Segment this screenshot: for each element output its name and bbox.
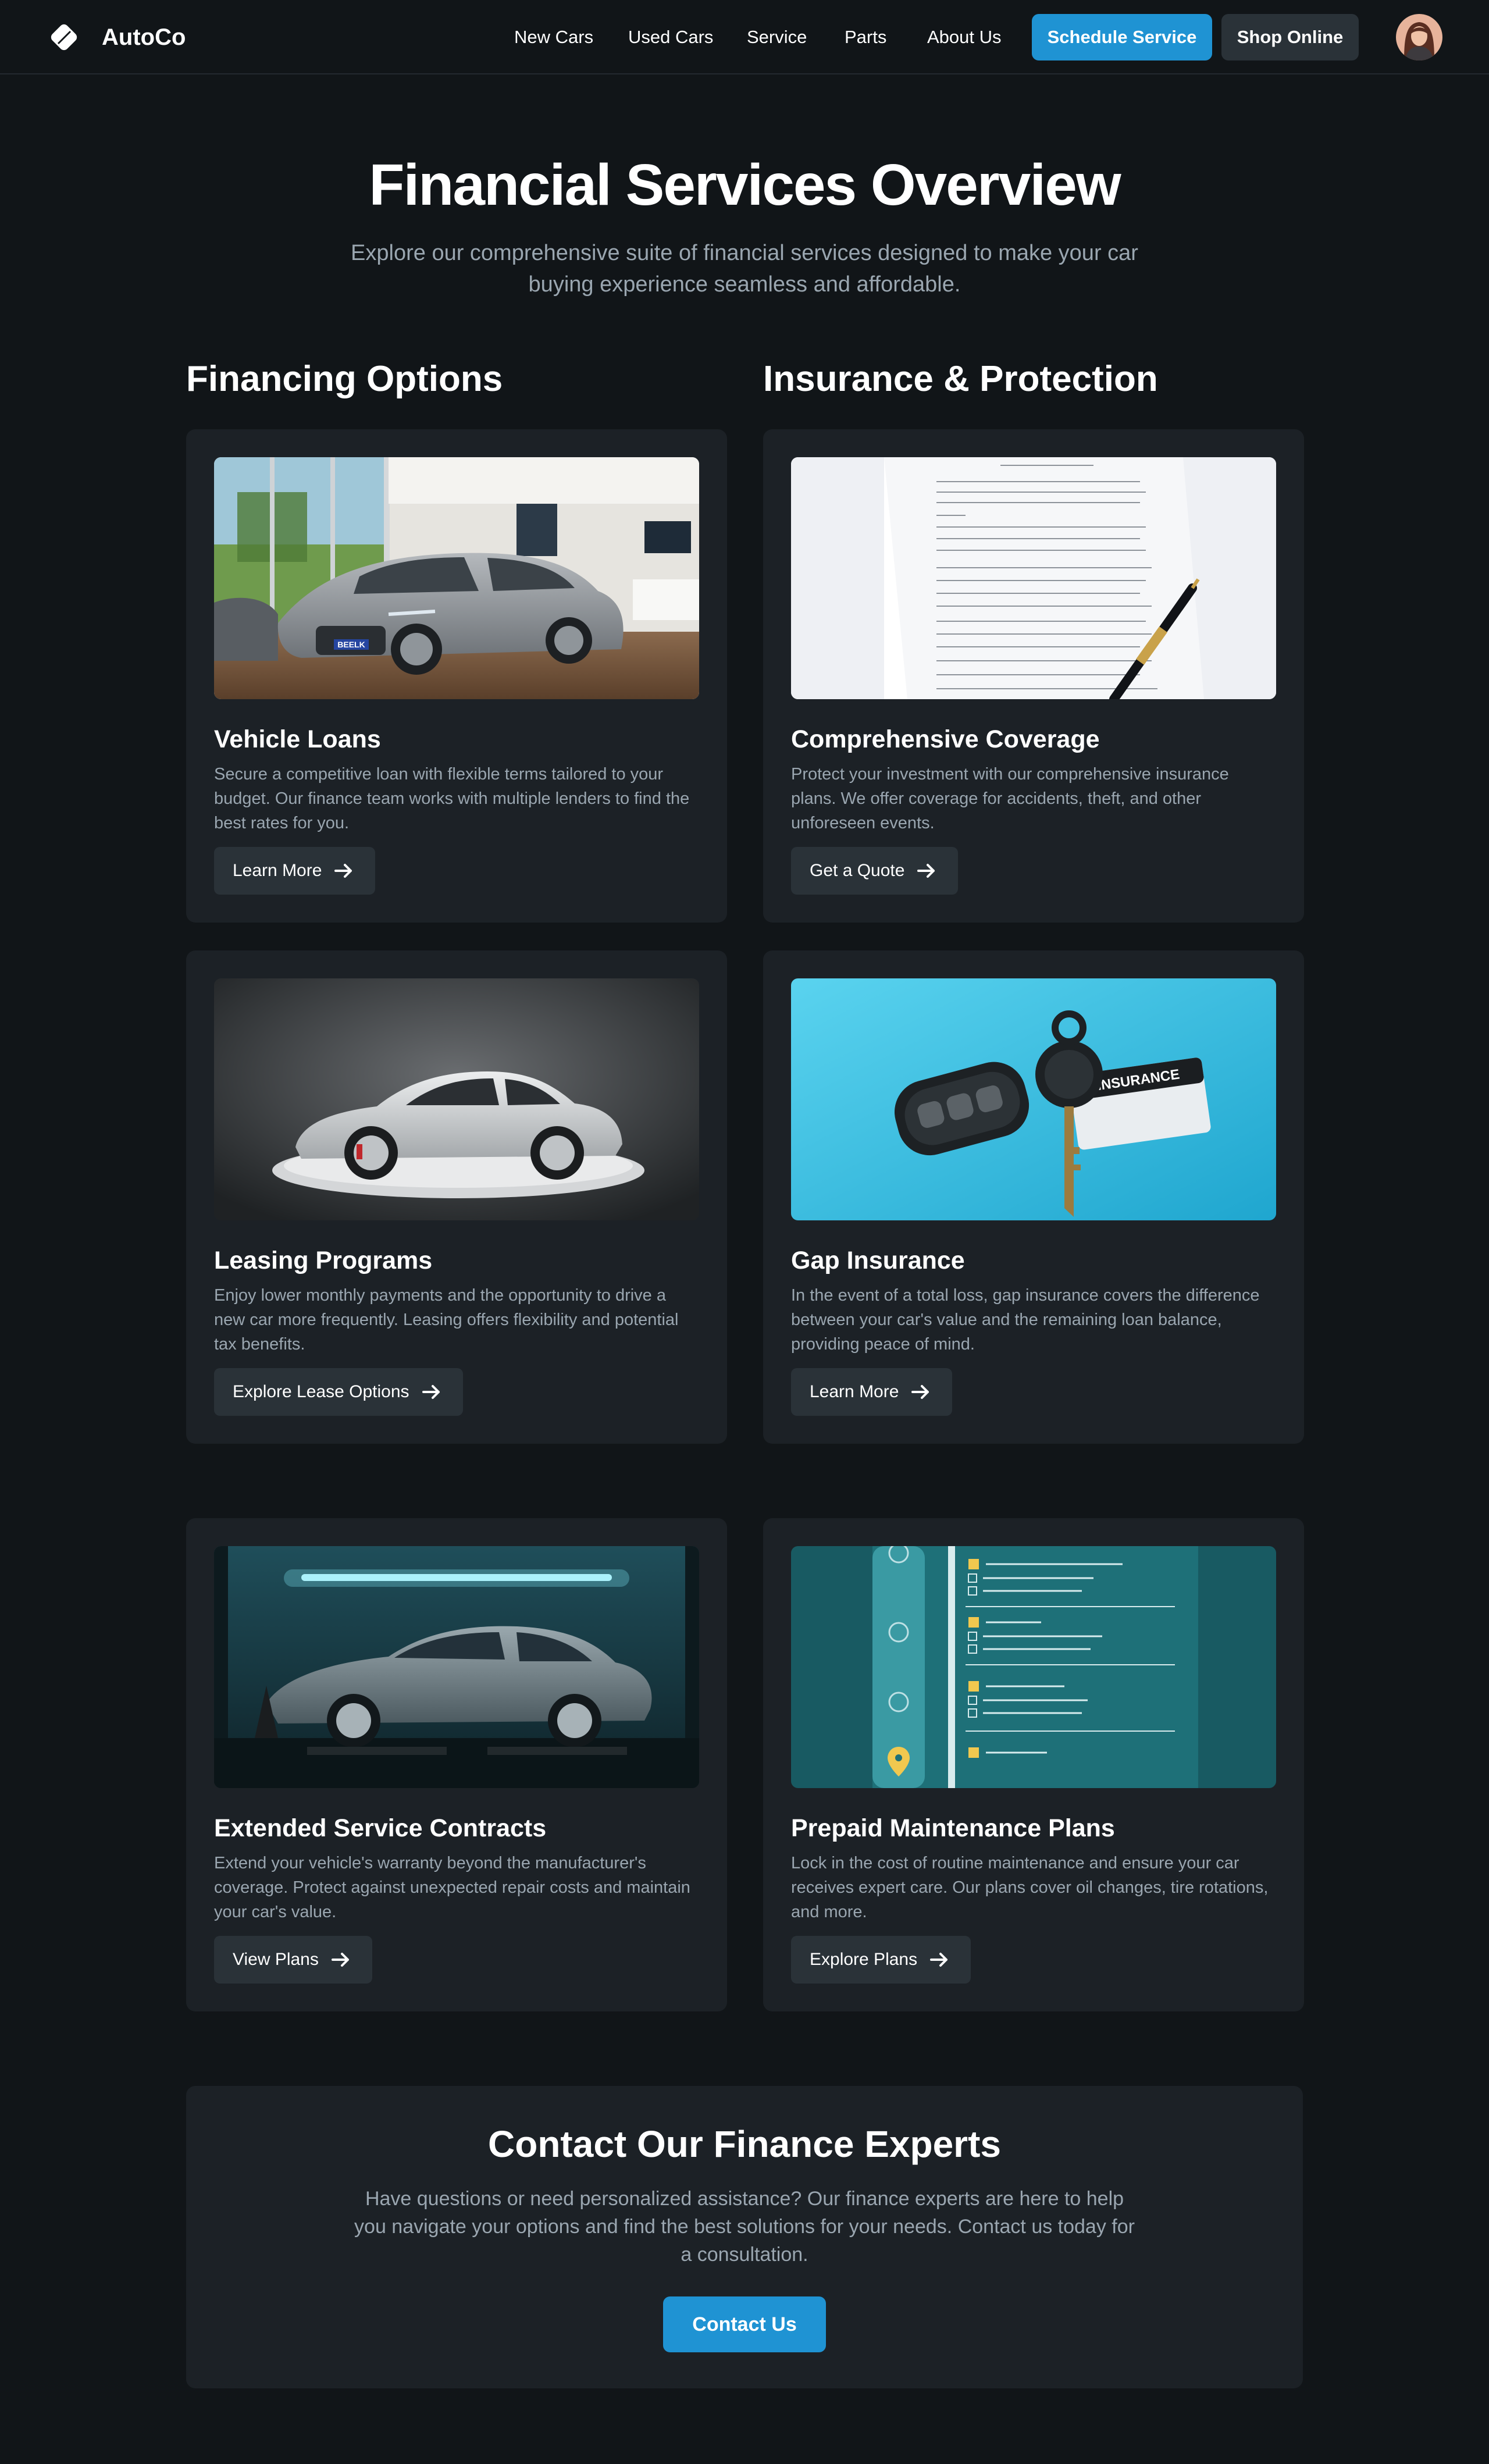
button-label: Explore Lease Options xyxy=(233,1382,409,1401)
user-avatar[interactable] xyxy=(1396,14,1442,60)
explore-plans-button[interactable]: Explore Plans xyxy=(791,1936,971,1984)
extended-service-contracts-description: Extend your vehicle's warranty beyond th… xyxy=(214,1854,690,1921)
view-plans-button[interactable]: View Plans xyxy=(214,1936,372,1984)
nav-service[interactable]: Service xyxy=(747,26,807,49)
arrow-right-icon xyxy=(911,1385,929,1399)
vehicle-loans-learn-more-button[interactable]: Learn More xyxy=(214,847,376,895)
page-title: Financial Services Overview xyxy=(369,152,1121,218)
svg-text:BEELK: BEELK xyxy=(337,640,365,649)
contact-us-button[interactable]: Contact Us xyxy=(663,2296,826,2352)
gap-insurance-card: INSURANCE Gap Insurance In the event of … xyxy=(763,950,1304,1444)
car-keys-insurance-illustration: INSURANCE xyxy=(791,978,1276,1220)
arrow-right-icon xyxy=(334,864,352,878)
button-label: Explore Plans xyxy=(810,1950,918,1969)
extended-service-contracts-card: Extended Service Contracts Extend your v… xyxy=(186,1518,727,2011)
leasing-programs-card: Leasing Programs Enjoy lower monthly pay… xyxy=(186,950,727,1444)
shop-online-button[interactable]: Shop Online xyxy=(1221,14,1359,60)
leasing-programs-image xyxy=(214,978,699,1220)
nav-about-us[interactable]: About Us xyxy=(927,26,1002,49)
page-subtitle: Explore our comprehensive suite of finan… xyxy=(351,241,1138,297)
contact-finance-experts-section: Contact Our Finance Experts Have questio… xyxy=(186,2086,1303,2388)
sedan-showroom-illustration: BEELK xyxy=(214,457,699,699)
extended-service-contracts-image xyxy=(214,1546,699,1788)
explore-lease-options-button[interactable]: Explore Lease Options xyxy=(214,1368,463,1416)
vehicle-loans-title: Vehicle Loans xyxy=(214,725,381,753)
extended-service-contracts-title: Extended Service Contracts xyxy=(214,1814,547,1842)
user-avatar-image xyxy=(1396,14,1442,60)
comprehensive-coverage-title: Comprehensive Coverage xyxy=(791,725,1100,753)
schedule-service-button[interactable]: Schedule Service xyxy=(1032,14,1212,60)
vehicle-loans-image: BEELK xyxy=(214,457,699,699)
vehicle-loans-description: Secure a competitive loan with flexible … xyxy=(214,765,690,832)
autoco-logo-icon[interactable] xyxy=(47,20,81,55)
button-label: Learn More xyxy=(233,861,322,880)
arrow-right-icon xyxy=(331,1953,349,1967)
contact-title: Contact Our Finance Experts xyxy=(488,2123,1001,2165)
button-label: Get a Quote xyxy=(810,861,905,880)
insurance-document-illustration xyxy=(791,457,1276,699)
brand-name[interactable]: AutoCo xyxy=(102,23,186,51)
coupe-on-platform-illustration xyxy=(214,978,699,1220)
comprehensive-coverage-image xyxy=(791,457,1276,699)
comprehensive-coverage-description: Protect your investment with our compreh… xyxy=(791,765,1229,832)
insurance-protection-heading: Insurance & Protection xyxy=(763,359,1158,399)
leasing-programs-title: Leasing Programs xyxy=(214,1247,433,1274)
prepaid-maintenance-plans-image xyxy=(791,1546,1276,1788)
top-navigation-bar: AutoCo New Cars Used Cars Service Parts … xyxy=(0,0,1489,74)
nav-parts[interactable]: Parts xyxy=(845,26,886,49)
leasing-programs-description: Enjoy lower monthly payments and the opp… xyxy=(214,1286,679,1354)
vehicle-loans-card: BEELK Vehicle Loans Secure a competitive… xyxy=(186,429,727,923)
gap-insurance-image: INSURANCE xyxy=(791,978,1276,1220)
get-a-quote-button[interactable]: Get a Quote xyxy=(791,847,959,895)
nav-used-cars[interactable]: Used Cars xyxy=(628,26,713,49)
financing-options-heading: Financing Options xyxy=(186,359,503,399)
gap-insurance-description: In the event of a total loss, gap insura… xyxy=(791,1286,1260,1354)
gap-insurance-learn-more-button[interactable]: Learn More xyxy=(791,1368,953,1416)
button-label: Learn More xyxy=(810,1382,899,1401)
button-label: View Plans xyxy=(233,1950,319,1969)
arrow-right-icon xyxy=(422,1385,440,1399)
contact-description: Have questions or need personalized assi… xyxy=(354,2188,1135,2266)
arrow-right-icon xyxy=(930,1953,948,1967)
prepaid-maintenance-plans-description: Lock in the cost of routine maintenance … xyxy=(791,1854,1269,1921)
comprehensive-coverage-card: Comprehensive Coverage Protect your inve… xyxy=(763,429,1304,923)
nav-new-cars[interactable]: New Cars xyxy=(514,26,593,49)
prepaid-maintenance-plans-card: Prepaid Maintenance Plans Lock in the co… xyxy=(763,1518,1304,2011)
prepaid-maintenance-plans-title: Prepaid Maintenance Plans xyxy=(791,1814,1115,1842)
arrow-right-icon xyxy=(917,864,935,878)
sedan-on-lift-illustration xyxy=(214,1546,699,1788)
gap-insurance-title: Gap Insurance xyxy=(791,1247,965,1274)
maintenance-checklist-illustration xyxy=(791,1546,1276,1788)
